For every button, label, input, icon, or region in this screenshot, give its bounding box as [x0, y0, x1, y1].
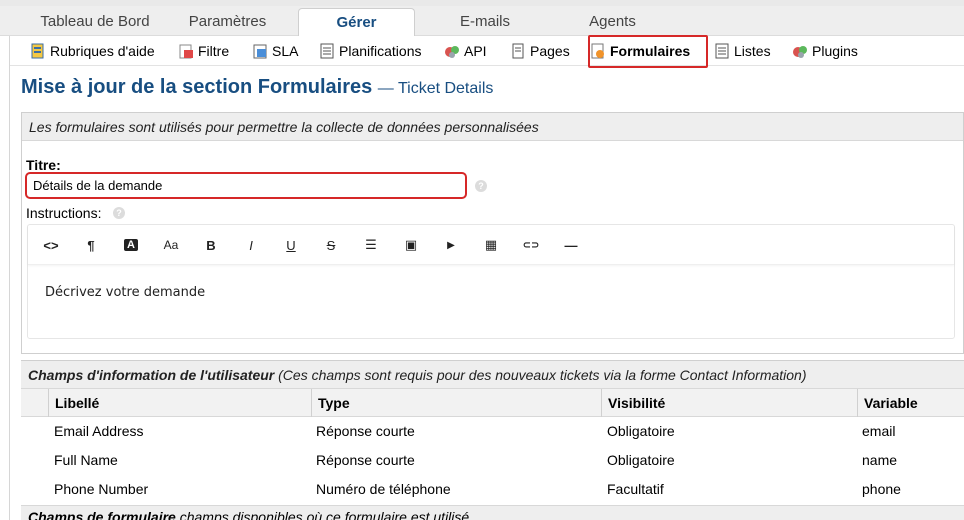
col-visibility: Visibilité — [601, 389, 857, 417]
lists-icon — [714, 43, 730, 59]
tab-emails[interactable]: E-mails — [430, 10, 540, 36]
title-label: Titre: — [26, 157, 61, 173]
help-topics-icon — [30, 43, 46, 59]
top-navigation: Tableau de Bord Paramètres Gérer E-mails… — [0, 0, 964, 37]
cell-type: Numéro de téléphone — [316, 481, 451, 497]
font-color-glyph: A — [124, 239, 138, 251]
cell-visibility: Obligatoire — [607, 452, 675, 468]
table-icon[interactable]: ▦ — [479, 235, 503, 255]
subnav-label: Planifications — [339, 43, 422, 59]
bold-icon[interactable]: B — [199, 235, 223, 255]
subnav-filter[interactable]: Filtre — [178, 40, 229, 62]
video-icon[interactable]: ▶ — [439, 235, 463, 255]
link-icon[interactable]: ⊂⊃ — [519, 235, 543, 255]
cell-type: Réponse courte — [316, 452, 415, 468]
subnav-label: API — [464, 43, 487, 59]
tab-manage[interactable]: Gérer — [298, 8, 415, 37]
schedule-icon — [319, 43, 335, 59]
italic-icon[interactable]: I — [239, 235, 263, 255]
code-view-icon[interactable]: <> — [39, 235, 63, 255]
tab-agents[interactable]: Agents — [560, 10, 665, 36]
plugins-icon — [792, 43, 808, 59]
font-color-icon[interactable]: A — [119, 235, 143, 255]
bullet-list-icon[interactable]: ☰ — [359, 235, 383, 255]
title-help-icon[interactable]: ? — [475, 180, 487, 192]
col-label: Libellé — [48, 389, 311, 417]
form-fields-heading-bold: Champs de formulaire — [28, 509, 176, 520]
subnav-lists[interactable]: Listes — [714, 40, 771, 62]
top-stripe — [0, 0, 964, 6]
horizontal-rule-icon[interactable]: — — [559, 235, 583, 255]
col-variable: Variable — [857, 389, 964, 417]
editor-content[interactable]: Décrivez votre demande — [45, 285, 205, 300]
pages-icon — [510, 43, 526, 59]
subnav-api[interactable]: API — [444, 40, 487, 62]
table-header: Libellé Type Visibilité Variable — [21, 389, 964, 417]
user-fields-heading: Champs d'information de l'utilisateur (C… — [21, 361, 964, 389]
image-icon[interactable]: ▣ — [399, 235, 423, 255]
subnav-sla[interactable]: SLA — [252, 40, 298, 62]
form-fields-heading-rest: champs disponibles où ce formulaire est … — [175, 509, 470, 520]
page-title: Mise à jour de la section Formulaires — … — [21, 76, 493, 99]
subnav-label: Rubriques d'aide — [50, 43, 155, 59]
rich-text-editor: <> ¶ A Aa B I U S ☰ ▣ ▶ ▦ ⊂⊃ — Décrivez … — [27, 224, 955, 339]
subnav-label: Listes — [734, 43, 771, 59]
table-row[interactable]: Email Address Réponse courte Obligatoire… — [21, 417, 964, 446]
editor-toolbar: <> ¶ A Aa B I U S ☰ ▣ ▶ ▦ ⊂⊃ — — [28, 225, 954, 265]
cell-visibility: Facultatif — [607, 481, 664, 497]
cell-variable: name — [862, 452, 898, 468]
subnav-label: Pages — [530, 43, 570, 59]
sla-icon — [252, 43, 268, 59]
underline-icon[interactable]: U — [279, 235, 303, 255]
page-title-text: Mise à jour de la section Formulaires — [21, 76, 373, 98]
forms-highlight-box — [588, 35, 708, 68]
subnav-help-topics[interactable]: Rubriques d'aide — [30, 40, 155, 62]
form-fields-heading: Champs de formulaire champs disponibles … — [21, 505, 964, 520]
col-type: Type — [311, 389, 601, 417]
cell-label: Email Address — [54, 423, 144, 439]
cell-visibility: Obligatoire — [607, 423, 675, 439]
table-row[interactable]: Phone Number Numéro de téléphone Faculta… — [21, 475, 964, 504]
sub-navigation: Rubriques d'aide Filtre SLA Planificatio… — [10, 36, 964, 66]
user-fields-heading-rest: (Ces champs sont requis pour des nouveau… — [274, 367, 807, 383]
cell-variable: phone — [862, 481, 901, 497]
font-size-icon[interactable]: Aa — [159, 235, 183, 255]
user-fields-heading-bold: Champs d'information de l'utilisateur — [28, 367, 275, 383]
subnav-plugins[interactable]: Plugins — [792, 40, 858, 62]
strikethrough-icon[interactable]: S — [319, 235, 343, 255]
form-description: Les formulaires sont utilisés pour perme… — [22, 113, 963, 141]
left-divider — [9, 36, 10, 520]
title-input[interactable]: Détails de la demande — [25, 172, 467, 199]
subnav-label: Filtre — [198, 43, 230, 59]
paragraph-icon[interactable]: ¶ — [79, 235, 103, 255]
cell-label: Phone Number — [54, 481, 149, 497]
cell-type: Réponse courte — [316, 423, 415, 439]
subnav-label: SLA — [272, 43, 299, 59]
api-icon — [444, 43, 460, 59]
cell-label: Full Name — [54, 452, 118, 468]
tab-dashboard[interactable]: Tableau de Bord — [20, 10, 170, 36]
subnav-schedules[interactable]: Planifications — [319, 40, 422, 62]
filter-icon — [178, 43, 194, 59]
page-subtitle: — Ticket Details — [377, 80, 494, 97]
user-fields-section: Champs d'information de l'utilisateur (C… — [21, 360, 964, 520]
subnav-pages[interactable]: Pages — [510, 40, 570, 62]
cell-variable: email — [862, 423, 896, 439]
tab-settings[interactable]: Paramètres — [170, 10, 285, 36]
table-row[interactable]: Full Name Réponse courte Obligatoire nam… — [21, 446, 964, 475]
instructions-help-icon[interactable]: ? — [113, 207, 125, 219]
subnav-label: Plugins — [812, 43, 858, 59]
instructions-label: Instructions: — [26, 205, 102, 221]
